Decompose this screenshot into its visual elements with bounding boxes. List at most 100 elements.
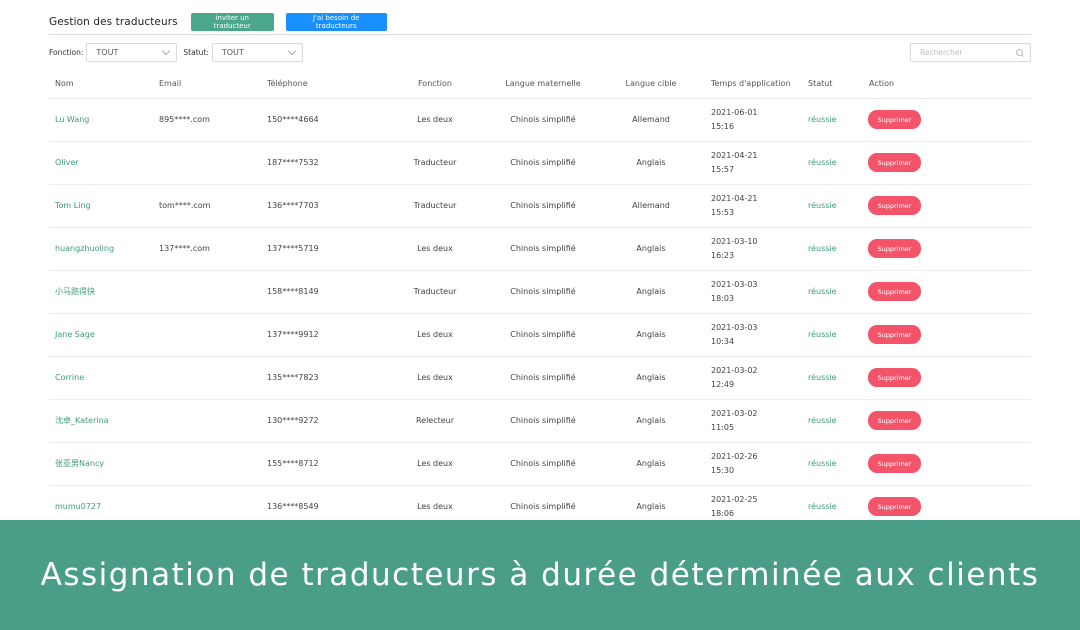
application-clock: 15:57 bbox=[711, 164, 735, 174]
target-language-cell: Anglais bbox=[603, 442, 699, 486]
function-cell: Les deux bbox=[387, 485, 483, 520]
application-date: 2021-03-10 bbox=[711, 236, 758, 246]
function-cell: Traducteur bbox=[387, 270, 483, 314]
caption-banner: Assignation de traducteurs à durée déter… bbox=[0, 520, 1080, 630]
application-time-cell: 2021-06-01 15:16 bbox=[699, 98, 808, 142]
table-row: Jane Sage 137****9912 Les deux Chinois simp… bbox=[49, 313, 1031, 357]
action-cell: Supprimer bbox=[868, 442, 1031, 486]
target-language-cell: Anglais bbox=[603, 356, 699, 400]
translator-name-link[interactable]: Corrine bbox=[55, 373, 84, 382]
delete-button[interactable]: Supprimer bbox=[868, 411, 921, 430]
phone-cell: 136****8549 bbox=[267, 485, 387, 520]
translator-name-link[interactable]: Lu Wang bbox=[55, 115, 89, 124]
translator-name-link[interactable]: Jane Sage bbox=[55, 330, 95, 339]
application-date: 2021-03-03 bbox=[711, 279, 758, 289]
search-icon[interactable] bbox=[1016, 48, 1024, 57]
delete-button[interactable]: Supprimer bbox=[868, 497, 921, 516]
application-time-cell: 2021-03-02 12:49 bbox=[699, 356, 808, 400]
action-cell: Supprimer bbox=[868, 399, 1031, 443]
application-clock: 10:34 bbox=[711, 336, 735, 346]
email-cell: 137****.com bbox=[159, 227, 267, 271]
function-filter-label: Fonction: bbox=[49, 47, 84, 57]
status-badge: réussie bbox=[808, 416, 837, 425]
translator-name-link[interactable]: huangzhuoling bbox=[55, 244, 114, 253]
delete-button[interactable]: Supprimer bbox=[868, 325, 921, 344]
native-language-cell: Chinois simplifié bbox=[483, 141, 603, 185]
delete-button[interactable]: Supprimer bbox=[868, 368, 921, 387]
chevron-down-icon bbox=[287, 46, 297, 55]
phone-cell: 158****8149 bbox=[267, 270, 387, 314]
email-cell bbox=[159, 356, 267, 400]
application-date: 2021-06-01 bbox=[711, 107, 758, 117]
application-date: 2021-04-21 bbox=[711, 150, 758, 160]
status-badge: réussie bbox=[808, 158, 837, 167]
need-translators-button[interactable]: J'ai besoin de traducteurs bbox=[285, 13, 387, 31]
target-language-cell: Anglais bbox=[603, 141, 699, 185]
delete-button[interactable]: Supprimer bbox=[868, 282, 921, 301]
target-language-cell: Anglais bbox=[603, 485, 699, 520]
delete-button[interactable]: Supprimer bbox=[868, 454, 921, 473]
translator-name-link[interactable]: 沈卓_Katerina bbox=[55, 416, 109, 425]
status-badge: réussie bbox=[808, 201, 837, 210]
search-input[interactable] bbox=[920, 48, 1010, 57]
application-date: 2021-02-26 bbox=[711, 451, 758, 461]
native-language-cell: Chinois simplifié bbox=[483, 399, 603, 443]
status-cell: réussie bbox=[808, 399, 868, 443]
table-header-row: Nom Email Téléphone Fonction Langue mate… bbox=[49, 70, 1031, 99]
phone-cell: 136****7703 bbox=[267, 184, 387, 228]
target-language-cell: Anglais bbox=[603, 313, 699, 357]
translator-name-link[interactable]: 小马跑得快 bbox=[55, 287, 95, 296]
application-clock: 18:06 bbox=[711, 508, 735, 518]
action-cell: Supprimer bbox=[868, 141, 1031, 185]
function-cell: Les deux bbox=[387, 442, 483, 486]
phone-cell: 137****5719 bbox=[267, 227, 387, 271]
phone-cell: 137****9912 bbox=[267, 313, 387, 357]
status-badge: réussie bbox=[808, 373, 837, 382]
status-cell: réussie bbox=[808, 141, 868, 185]
native-language-cell: Chinois simplifié bbox=[483, 227, 603, 271]
delete-button[interactable]: Supprimer bbox=[868, 153, 921, 172]
invite-translator-button[interactable]: inviter un traducteur bbox=[190, 13, 274, 31]
status-badge: réussie bbox=[808, 459, 837, 468]
translator-name-link[interactable]: mumu0727 bbox=[55, 502, 101, 511]
email-cell: tom****.com bbox=[159, 184, 267, 228]
email-cell bbox=[159, 313, 267, 357]
status-cell: réussie bbox=[808, 184, 868, 228]
native-language-cell: Chinois simplifié bbox=[483, 270, 603, 314]
translator-name-link[interactable]: Tom Ling bbox=[55, 201, 91, 210]
email-cell bbox=[159, 485, 267, 520]
application-clock: 15:16 bbox=[711, 121, 735, 131]
native-language-cell: Chinois simplifié bbox=[483, 98, 603, 142]
native-language-cell: Chinois simplifié bbox=[483, 356, 603, 400]
status-badge: réussie bbox=[808, 330, 837, 339]
target-language-cell: Allemand bbox=[603, 98, 699, 142]
target-language-cell: Allemand bbox=[603, 184, 699, 228]
column-header-target-language: Langue cible bbox=[603, 70, 699, 99]
translator-name-link[interactable]: Oliver bbox=[55, 158, 79, 167]
action-cell: Supprimer bbox=[868, 227, 1031, 271]
function-cell: Les deux bbox=[387, 227, 483, 271]
delete-button[interactable]: Supprimer bbox=[868, 239, 921, 258]
application-clock: 16:23 bbox=[711, 250, 735, 260]
application-time-cell: 2021-03-10 16:23 bbox=[699, 227, 808, 271]
function-cell: Relecteur bbox=[387, 399, 483, 443]
delete-button[interactable]: Supprimer bbox=[868, 196, 921, 215]
status-cell: réussie bbox=[808, 227, 868, 271]
application-time-cell: 2021-03-02 11:05 bbox=[699, 399, 808, 443]
delete-button[interactable]: Supprimer bbox=[868, 110, 921, 129]
action-cell: Supprimer bbox=[868, 485, 1031, 520]
function-filter-select[interactable]: TOUT bbox=[86, 42, 178, 62]
action-cell: Supprimer bbox=[868, 356, 1031, 400]
application-clock: 12:49 bbox=[711, 379, 735, 389]
search-box[interactable] bbox=[910, 43, 1031, 62]
table-row: 张亚男Nancy 155****8712 Les deux Chinois simpl… bbox=[49, 442, 1031, 486]
column-header-function: Fonction bbox=[387, 70, 483, 99]
table-row: Tom Ling tom****.com 136****7703 Traducteur… bbox=[49, 184, 1031, 228]
phone-cell: 187****7532 bbox=[267, 141, 387, 185]
translator-name-link[interactable]: 张亚男Nancy bbox=[55, 459, 104, 468]
status-filter-select[interactable]: TOUT bbox=[211, 42, 303, 62]
email-cell: 895****.com bbox=[159, 98, 267, 142]
page-header: Gestion des traducteurs inviter un tradu… bbox=[49, 9, 1031, 35]
native-language-cell: Chinois simplifié bbox=[483, 485, 603, 520]
status-cell: réussie bbox=[808, 313, 868, 357]
